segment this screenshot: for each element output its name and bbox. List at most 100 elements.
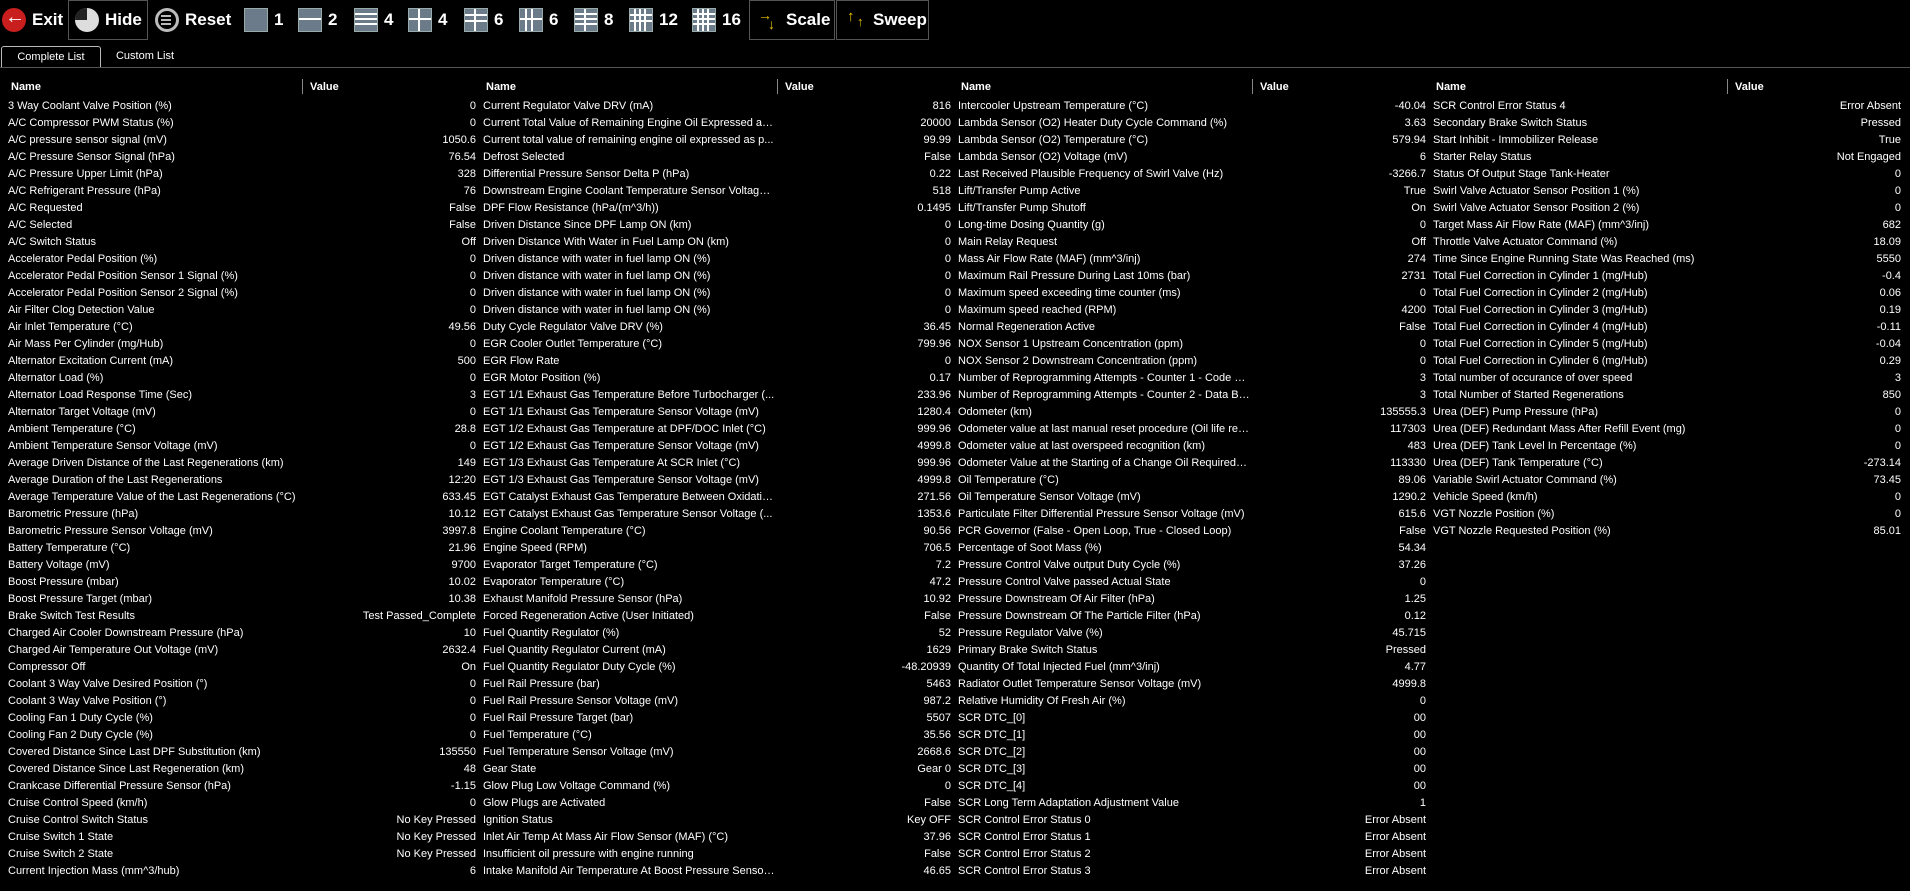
parameter-row[interactable]: Odometer (km) 135555.3 [958, 404, 1426, 421]
parameter-row[interactable]: A/C Switch Status Off [8, 234, 476, 251]
parameter-row[interactable]: Alternator Excitation Current (mA) 500 [8, 353, 476, 370]
parameter-row[interactable]: 3 Way Coolant Valve Position (%) 0 [8, 98, 476, 115]
parameter-row[interactable]: Cruise Switch 1 State No Key Pressed [8, 829, 476, 846]
parameter-row[interactable]: Oil Temperature (°C) 89.06 [958, 472, 1426, 489]
parameter-row[interactable]: Percentage of Soot Mass (%) 54.34 [958, 540, 1426, 557]
parameter-row[interactable]: Barometric Pressure (hPa) 10.12 [8, 506, 476, 523]
parameter-row[interactable]: Fuel Rail Pressure Target (bar) 5507 [483, 710, 951, 727]
sweep-button[interactable]: Sweep [836, 0, 929, 40]
parameter-row[interactable]: Number of Reprogramming Attempts - Count… [958, 387, 1426, 404]
exit-button[interactable]: Exit [0, 0, 66, 40]
parameter-row[interactable]: Cruise Control Switch Status No Key Press… [8, 812, 476, 829]
parameter-row[interactable]: SCR DTC_[4] 00 [958, 778, 1426, 795]
parameter-row[interactable]: VGT Nozzle Position (%) 0 [1433, 506, 1901, 523]
column-resize-handle[interactable] [302, 79, 303, 94]
parameter-row[interactable]: Swirl Valve Actuator Sensor Position 1 (… [1433, 183, 1901, 200]
parameter-row[interactable]: Ignition Status Key OFF [483, 812, 951, 829]
parameter-row[interactable]: EGR Cooler Outlet Temperature (°C) 799.96 [483, 336, 951, 353]
parameter-row[interactable]: Battery Temperature (°C) 21.96 [8, 540, 476, 557]
parameter-row[interactable]: A/C Compressor PWM Status (%) 0 [8, 115, 476, 132]
parameter-row[interactable]: Engine Coolant Temperature (°C) 90.56 [483, 523, 951, 540]
parameter-row[interactable]: Normal Regeneration Active False [958, 319, 1426, 336]
parameter-row[interactable]: SCR DTC_[1] 00 [958, 727, 1426, 744]
parameter-row[interactable]: Accelerator Pedal Position Sensor 2 Sign… [8, 285, 476, 302]
parameter-row[interactable]: Vehicle Speed (km/h) 0 [1433, 489, 1901, 506]
parameter-row[interactable]: A/C Pressure Sensor Signal (hPa) 76.54 [8, 149, 476, 166]
parameter-row[interactable]: Driven distance with water in fuel lamp … [483, 285, 951, 302]
parameter-row[interactable]: Charged Air Cooler Downstream Pressure (… [8, 625, 476, 642]
parameter-row[interactable]: Radiator Outlet Temperature Sensor Volta… [958, 676, 1426, 693]
parameter-row[interactable]: Target Mass Air Flow Rate (MAF) (mm^3/in… [1433, 217, 1901, 234]
parameter-row[interactable]: A/C Refrigerant Pressure (hPa) 76 [8, 183, 476, 200]
layout-16-button[interactable]: 16 [692, 0, 744, 40]
parameter-row[interactable]: Throttle Valve Actuator Command (%) 18.09 [1433, 234, 1901, 251]
parameter-row[interactable]: NOX Sensor 2 Downstream Concentration (p… [958, 353, 1426, 370]
parameter-row[interactable]: Duty Cycle Regulator Valve DRV (%) 36.45 [483, 319, 951, 336]
parameter-row[interactable]: Urea (DEF) Tank Level In Percentage (%) 0 [1433, 438, 1901, 455]
parameter-row[interactable]: PCR Governor (False - Open Loop, True - … [958, 523, 1426, 540]
parameter-row[interactable]: Swirl Valve Actuator Sensor Position 2 (… [1433, 200, 1901, 217]
parameter-row[interactable]: SCR DTC_[2] 00 [958, 744, 1426, 761]
parameter-row[interactable]: Cruise Control Speed (km/h) 0 [8, 795, 476, 812]
parameter-row[interactable]: A/C pressure sensor signal (mV) 1050.6 [8, 132, 476, 149]
parameter-row[interactable]: Average Driven Distance of the Last Rege… [8, 455, 476, 472]
parameter-row[interactable]: Odometer Value at the Starting of a Chan… [958, 455, 1426, 472]
parameter-row[interactable]: Status Of Output Stage Tank-Heater 0 [1433, 166, 1901, 183]
value-column-header[interactable]: Value [785, 76, 814, 98]
parameter-row[interactable]: Driven distance with water in fuel lamp … [483, 302, 951, 319]
parameter-row[interactable]: SCR DTC_[3] 00 [958, 761, 1426, 778]
parameter-row[interactable]: Odometer value at last manual reset proc… [958, 421, 1426, 438]
parameter-row[interactable]: Accelerator Pedal Position Sensor 1 Sign… [8, 268, 476, 285]
parameter-row[interactable]: Total Fuel Correction in Cylinder 3 (mg/… [1433, 302, 1901, 319]
parameter-row[interactable]: Ambient Temperature Sensor Voltage (mV) 0 [8, 438, 476, 455]
parameter-row[interactable]: Pressure Regulator Valve (%) 45.715 [958, 625, 1426, 642]
parameter-row[interactable]: Fuel Temperature (°C) 35.56 [483, 727, 951, 744]
name-column-header[interactable]: Name [486, 76, 516, 98]
parameter-row[interactable]: Long-time Dosing Quantity (g) 0 [958, 217, 1426, 234]
parameter-row[interactable]: Lift/Transfer Pump Shutoff On [958, 200, 1426, 217]
parameter-row[interactable]: Pressure Control Valve output Duty Cycle… [958, 557, 1426, 574]
scale-button[interactable]: Scale [749, 0, 835, 40]
parameter-row[interactable]: SCR Control Error Status 3 Error Absent [958, 863, 1426, 880]
parameter-row[interactable]: Mass Air Flow Rate (MAF) (mm^3/inj) 274 [958, 251, 1426, 268]
parameter-row[interactable]: Driven Distance Since DPF Lamp ON (km) 0 [483, 217, 951, 234]
parameter-row[interactable]: Alternator Load Response Time (Sec) 3 [8, 387, 476, 404]
layout-4-grid-button[interactable]: 4 [408, 0, 450, 40]
parameter-row[interactable]: Current total value of remaining engine … [483, 132, 951, 149]
parameter-row[interactable]: Fuel Quantity Regulator (%) 52 [483, 625, 951, 642]
parameter-row[interactable]: Variable Swirl Actuator Command (%) 73.45 [1433, 472, 1901, 489]
parameter-row[interactable]: Current Injection Mass (mm^3/hub) 6 [8, 863, 476, 880]
parameter-row[interactable]: Covered Distance Since Last DPF Substitu… [8, 744, 476, 761]
parameter-row[interactable]: Driven distance with water in fuel lamp … [483, 251, 951, 268]
layout-12-button[interactable]: 12 [629, 0, 681, 40]
layout-6-grid-button[interactable]: 6 [519, 0, 561, 40]
parameter-row[interactable]: SCR Control Error Status 2 Error Absent [958, 846, 1426, 863]
parameter-row[interactable]: Number of Reprogramming Attempts - Count… [958, 370, 1426, 387]
parameter-row[interactable]: Intake Manifold Air Temperature At Boost… [483, 863, 951, 880]
parameter-row[interactable]: EGT Catalyst Exhaust Gas Temperature Sen… [483, 506, 951, 523]
parameter-row[interactable]: SCR Control Error Status 4 Error Absent [1433, 98, 1901, 115]
parameter-row[interactable]: Glow Plug Low Voltage Command (%) 0 [483, 778, 951, 795]
parameter-row[interactable]: Cruise Switch 2 State No Key Pressed [8, 846, 476, 863]
parameter-row[interactable]: Lambda Sensor (O2) Voltage (mV) 6 [958, 149, 1426, 166]
parameter-row[interactable]: Main Relay Request Off [958, 234, 1426, 251]
parameter-row[interactable]: Total Fuel Correction in Cylinder 4 (mg/… [1433, 319, 1901, 336]
parameter-row[interactable]: Quantity Of Total Injected Fuel (mm^3/in… [958, 659, 1426, 676]
parameter-row[interactable]: Covered Distance Since Last Regeneration… [8, 761, 476, 778]
value-column-header[interactable]: Value [310, 76, 339, 98]
parameter-row[interactable]: Last Received Plausible Frequency of Swi… [958, 166, 1426, 183]
parameter-row[interactable]: Fuel Temperature Sensor Voltage (mV) 2668… [483, 744, 951, 761]
parameter-row[interactable]: Start Inhibit - Immobilizer Release True [1433, 132, 1901, 149]
parameter-row[interactable]: Fuel Quantity Regulator Current (mA) 1629 [483, 642, 951, 659]
parameter-row[interactable]: VGT Nozzle Requested Position (%) 85.01 [1433, 523, 1901, 540]
parameter-row[interactable]: Urea (DEF) Tank Temperature (°C) -273.14 [1433, 455, 1901, 472]
parameter-row[interactable]: NOX Sensor 1 Upstream Concentration (ppm… [958, 336, 1426, 353]
parameter-row[interactable]: SCR Long Term Adaptation Adjustment Valu… [958, 795, 1426, 812]
parameter-row[interactable]: EGR Flow Rate 0 [483, 353, 951, 370]
tab-custom-list[interactable]: Custom List [105, 46, 185, 67]
parameter-row[interactable]: Air Filter Clog Detection Value 0 [8, 302, 476, 319]
parameter-row[interactable]: EGT 1/1 Exhaust Gas Temperature Sensor V… [483, 404, 951, 421]
parameter-row[interactable]: Evaporator Temperature (°C) 47.2 [483, 574, 951, 591]
parameter-row[interactable]: Compressor Off On [8, 659, 476, 676]
parameter-row[interactable]: Coolant 3 Way Valve Position (°) 0 [8, 693, 476, 710]
